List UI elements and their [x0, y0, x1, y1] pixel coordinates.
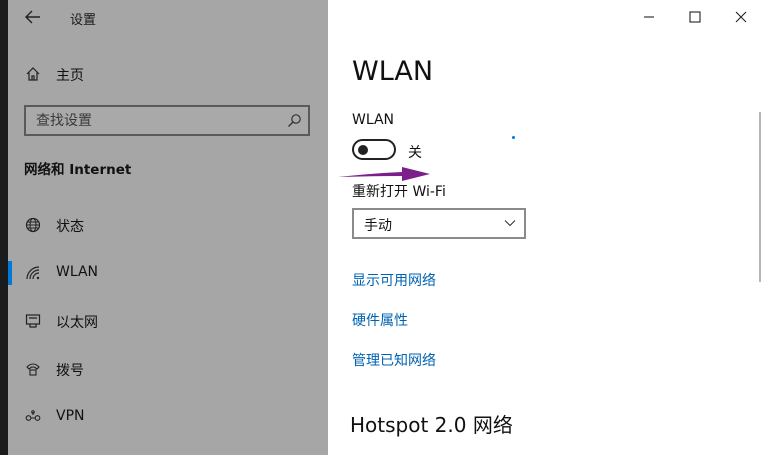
- search-icon[interactable]: [287, 113, 302, 128]
- toggle-knob: [358, 144, 368, 155]
- page-title: WLAN: [352, 56, 434, 87]
- hardware-properties-link[interactable]: 硬件属性: [352, 310, 408, 330]
- hotspot-heading: Hotspot 2.0 网络: [350, 413, 513, 437]
- sidebar-item-label: 以太网: [56, 315, 98, 331]
- ethernet-icon: [25, 314, 41, 328]
- sidebar-item-ethernet[interactable]: 以太网: [8, 305, 328, 337]
- scrollbar[interactable]: [759, 112, 761, 282]
- minimize-icon[interactable]: [638, 6, 660, 28]
- select-value: 手动: [364, 218, 392, 234]
- vpn-icon: [25, 410, 41, 421]
- wlan-toggle-label: WLAN: [352, 112, 395, 128]
- sidebar-item-wlan[interactable]: WLAN: [8, 257, 328, 289]
- active-indicator: [8, 261, 12, 285]
- home-icon: [26, 67, 40, 81]
- main-content: WLAN WLAN 关 重新打开 Wi-Fi 手动 显示可用网络 硬件属性 管理…: [328, 0, 772, 455]
- sidebar-item-label: WLAN: [56, 264, 99, 280]
- sidebar-item-label: 状态: [56, 219, 84, 235]
- window-edge: [0, 0, 8, 455]
- toggle-state-text: 关: [408, 145, 422, 161]
- show-available-networks-link[interactable]: 显示可用网络: [352, 270, 436, 290]
- sidebar-item-label: VPN: [56, 408, 85, 424]
- manage-known-networks-link[interactable]: 管理已知网络: [352, 350, 436, 370]
- reopen-wifi-label: 重新打开 Wi-Fi: [352, 184, 446, 200]
- maximize-icon[interactable]: [684, 6, 706, 28]
- sidebar-item-home[interactable]: 主页: [8, 60, 328, 88]
- section-title: 网络和 Internet: [24, 162, 132, 178]
- sidebar-item-label: 主页: [56, 68, 84, 84]
- close-icon[interactable]: [730, 6, 752, 28]
- sidebar-item-status[interactable]: 状态: [8, 209, 328, 241]
- title-bar: 设置: [8, 0, 328, 34]
- chevron-down-icon: [504, 220, 516, 227]
- reopen-wifi-select[interactable]: 手动: [352, 208, 526, 239]
- globe-icon: [25, 217, 41, 233]
- settings-window: 设置 主页 网络和 Internet 状态: [0, 0, 772, 455]
- loading-dot: [512, 136, 515, 139]
- sidebar-item-label: 拨号: [56, 363, 84, 379]
- app-title: 设置: [70, 13, 97, 28]
- search-input[interactable]: [26, 107, 286, 134]
- sidebar: 设置 主页 网络和 Internet 状态: [8, 0, 328, 455]
- wifi-icon: [26, 266, 40, 280]
- dialup-icon: [26, 363, 40, 376]
- sidebar-item-vpn[interactable]: VPN: [8, 401, 328, 433]
- search-box[interactable]: [24, 105, 310, 136]
- back-arrow-icon[interactable]: [24, 8, 42, 26]
- sidebar-item-dialup[interactable]: 拨号: [8, 353, 328, 385]
- wlan-toggle[interactable]: [352, 139, 396, 160]
